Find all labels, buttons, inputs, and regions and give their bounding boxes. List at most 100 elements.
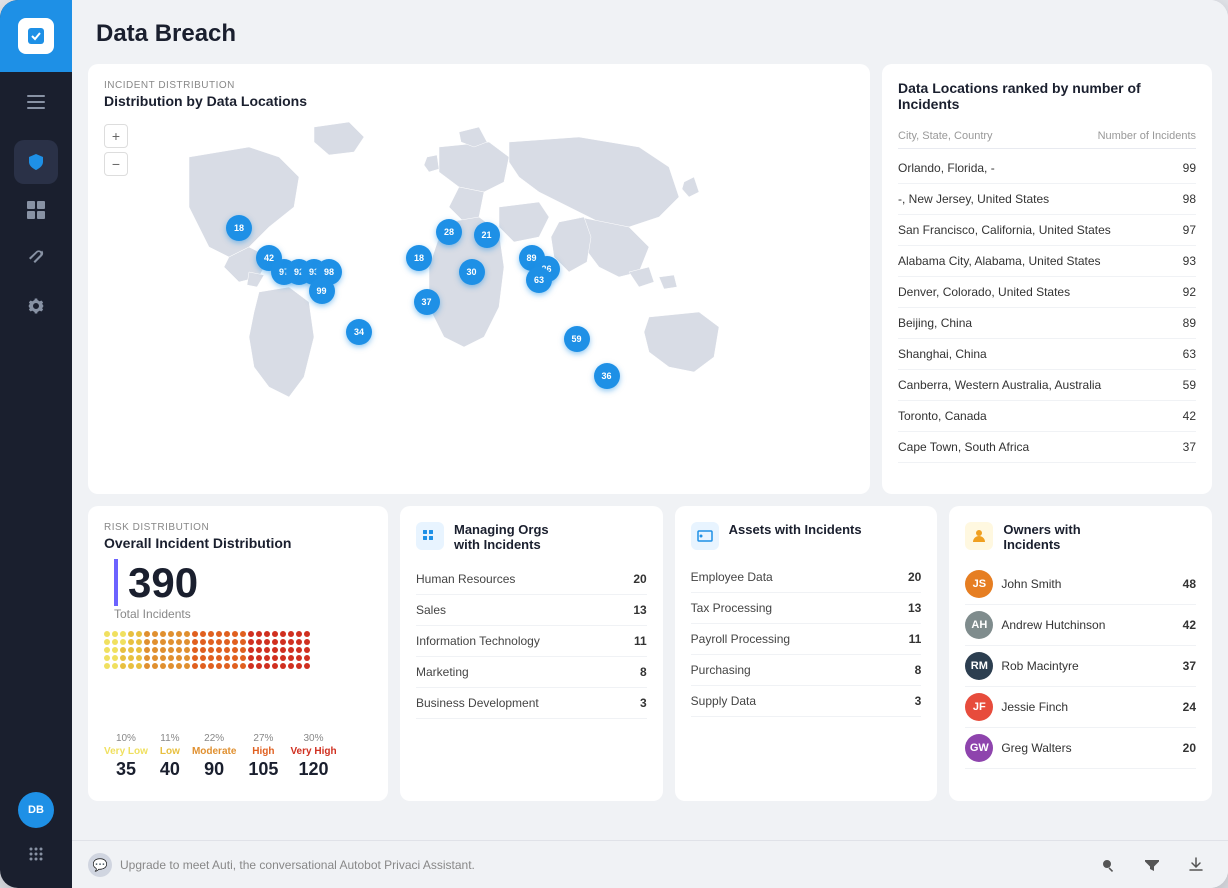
dot-grid — [104, 631, 372, 721]
owner-row: JF Jessie Finch 24 — [965, 687, 1196, 728]
bottom-panel: Risk Distribution Overall Incident Distr… — [88, 506, 1212, 801]
owners-subtitle: Incidents — [1003, 537, 1080, 552]
sidebar-item-dashboard[interactable] — [14, 188, 58, 232]
asset-row: Tax Processing13 — [691, 593, 922, 624]
total-label: Total Incidents — [114, 607, 198, 621]
risk-card: Risk Distribution Overall Incident Distr… — [88, 506, 388, 801]
data-locations-rows: Orlando, Florida, -99-, New Jersey, Unit… — [898, 153, 1196, 463]
data-location-row: Toronto, Canada42 — [898, 401, 1196, 432]
data-location-row: Beijing, China89 — [898, 308, 1196, 339]
org-row: Information Technology11 — [416, 626, 647, 657]
risk-title: Overall Incident Distribution — [104, 535, 372, 551]
assets-rows: Employee Data20Tax Processing13Payroll P… — [691, 562, 922, 717]
col-city-header: City, State, Country — [898, 130, 993, 142]
map-card-label: Incident Distribution — [104, 80, 854, 91]
assets-header: Assets with Incidents — [691, 522, 922, 550]
data-locations-header: City, State, Country Number of Incidents — [898, 124, 1196, 149]
data-locations-card: Data Locations ranked by number of Incid… — [882, 64, 1212, 494]
risk-level-item: 30% Very High 120 — [290, 733, 336, 780]
data-location-row: Cape Town, South Africa37 — [898, 432, 1196, 463]
orgs-card: Managing Orgs with Incidents Human Resou… — [400, 506, 663, 801]
content-area: Incident Distribution Distribution by Da… — [72, 64, 1228, 840]
risk-level-item: 27% High 105 — [248, 733, 278, 780]
logo-icon — [18, 18, 54, 54]
asset-row: Payroll Processing11 — [691, 624, 922, 655]
bottom-bar: 💬 Upgrade to meet Auti, the conversation… — [72, 840, 1228, 888]
search-button[interactable] — [1092, 849, 1124, 881]
risk-level-item: 10% Very Low 35 — [104, 733, 148, 780]
assets-icon — [691, 522, 719, 550]
owner-avatar: JS — [965, 570, 993, 598]
map-pin[interactable]: 30 — [459, 259, 485, 285]
sidebar-item-settings[interactable] — [14, 284, 58, 328]
owner-avatar: RM — [965, 652, 993, 680]
data-location-row: Shanghai, China63 — [898, 339, 1196, 370]
map-pin[interactable]: 34 — [346, 319, 372, 345]
org-row: Marketing8 — [416, 657, 647, 688]
asset-row: Supply Data3 — [691, 686, 922, 717]
data-location-row: San Francisco, California, United States… — [898, 215, 1196, 246]
orgs-header: Managing Orgs with Incidents — [416, 522, 647, 552]
map-card-title: Distribution by Data Locations — [104, 93, 854, 109]
risk-label: Risk Distribution — [104, 522, 372, 533]
org-row: Business Development3 — [416, 688, 647, 719]
orgs-subtitle: with Incidents — [454, 537, 549, 552]
sidebar-item-tools[interactable] — [14, 236, 58, 280]
org-row: Sales13 — [416, 595, 647, 626]
chat-icon: 💬 — [88, 853, 112, 877]
user-avatar[interactable]: DB — [18, 792, 54, 828]
map-pin[interactable]: 59 — [564, 326, 590, 352]
map-pin[interactable]: 37 — [414, 289, 440, 315]
map-card: Incident Distribution Distribution by Da… — [88, 64, 870, 494]
owners-header: Owners with Incidents — [965, 522, 1196, 552]
owners-icon — [965, 522, 993, 550]
chat-hint: 💬 Upgrade to meet Auti, the conversation… — [88, 853, 475, 877]
page-title: Data Breach — [96, 20, 1204, 48]
orgs-title: Managing Orgs — [454, 522, 549, 537]
main-content: Data Breach Incident Distribution Distri… — [72, 0, 1228, 888]
sidebar-item-shield[interactable] — [14, 140, 58, 184]
risk-level-item: 11% Low 40 — [160, 733, 180, 780]
map-pin[interactable]: 36 — [594, 363, 620, 389]
data-location-row: Alabama City, Alabama, United States93 — [898, 246, 1196, 277]
export-button[interactable] — [1180, 849, 1212, 881]
map-pin[interactable]: 28 — [436, 219, 462, 245]
map-pin[interactable]: 21 — [474, 222, 500, 248]
orgs-rows: Human Resources20Sales13Information Tech… — [416, 564, 647, 719]
sidebar-nav — [14, 140, 58, 792]
owner-avatar: GW — [965, 734, 993, 762]
asset-row: Purchasing8 — [691, 655, 922, 686]
data-location-row: Canberra, Western Australia, Australia59 — [898, 370, 1196, 401]
data-location-row: Denver, Colorado, United States92 — [898, 277, 1196, 308]
orgs-icon — [416, 522, 444, 550]
owners-title: Owners with — [1003, 522, 1080, 537]
asset-row: Employee Data20 — [691, 562, 922, 593]
logo[interactable] — [0, 0, 72, 72]
owner-avatar: AH — [965, 611, 993, 639]
map-pin[interactable]: 18 — [406, 245, 432, 271]
owner-row: AH Andrew Hutchinson 42 — [965, 605, 1196, 646]
map-pin[interactable]: 63 — [526, 267, 552, 293]
page-header: Data Breach — [72, 0, 1228, 64]
data-locations-title: Data Locations ranked by number of Incid… — [898, 80, 1196, 112]
filter-button[interactable] — [1136, 849, 1168, 881]
owner-row: GW Greg Walters 20 — [965, 728, 1196, 769]
data-location-row: Orlando, Florida, -99 — [898, 153, 1196, 184]
map-pin[interactable]: 99 — [309, 278, 335, 304]
apps-menu[interactable] — [18, 836, 54, 872]
risk-legend: 10% Very Low 35 11% Low 40 22% Moderate … — [104, 733, 372, 780]
sidebar-bottom: DB — [18, 792, 54, 888]
map-pin[interactable]: 18 — [226, 215, 252, 241]
owner-row: JS John Smith 48 — [965, 564, 1196, 605]
data-location-row: -, New Jersey, United States98 — [898, 184, 1196, 215]
org-row: Human Resources20 — [416, 564, 647, 595]
col-incidents-header: Number of Incidents — [1098, 130, 1196, 142]
owner-row: RM Rob Macintyre 37 — [965, 646, 1196, 687]
owners-rows: JS John Smith 48 AH Andrew Hutchinson 42… — [965, 564, 1196, 769]
risk-level-item: 22% Moderate 90 — [192, 733, 236, 780]
menu-toggle[interactable] — [0, 80, 72, 124]
sidebar: DB — [0, 0, 72, 888]
owner-avatar: JF — [965, 693, 993, 721]
total-incidents: 390 Total Incidents — [104, 559, 372, 621]
total-count: 390 — [114, 559, 198, 606]
